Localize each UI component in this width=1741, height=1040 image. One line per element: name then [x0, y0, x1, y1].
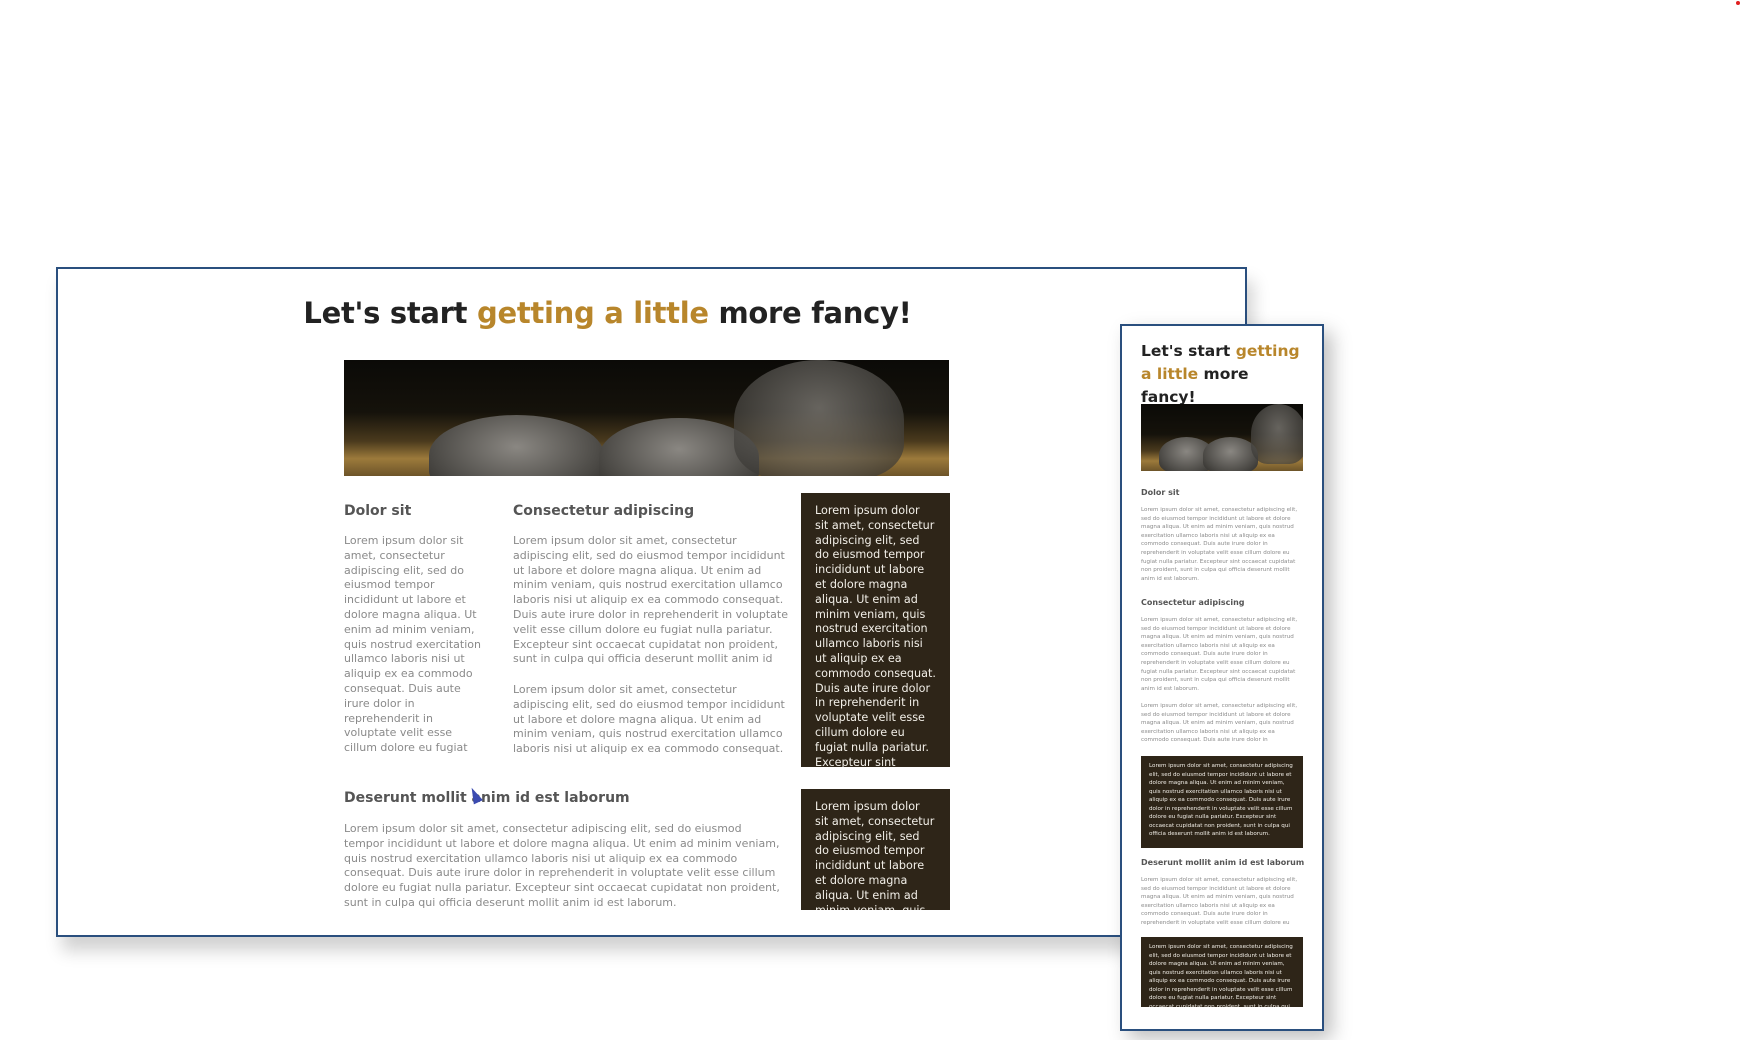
mobile-heading-dolor: Dolor sit — [1141, 488, 1180, 497]
dark-callout-1: Lorem ipsum dolor sit amet, consectetur … — [801, 493, 950, 767]
dolor-text: Lorem ipsum dolor sit amet, consectetur … — [344, 534, 481, 756]
title-text-end: more fancy! — [708, 296, 912, 330]
mobile-consectetur-text-1: Lorem ipsum dolor sit amet, consectetur … — [1141, 617, 1298, 692]
mobile-heading-consectetur: Consectetur adipiscing — [1141, 598, 1245, 607]
consectetur-text-1: Lorem ipsum dolor sit amet, consectetur … — [513, 534, 788, 668]
elephants-image — [344, 360, 949, 476]
heading-consectetur: Consectetur adipiscing — [513, 503, 695, 519]
mobile-preview: Let's start getting a little more fancy!… — [1120, 324, 1324, 1031]
deserunt-text: Lorem ipsum dolor sit amet, consectetur … — [344, 822, 780, 909]
mobile-dark-callout-2: Lorem ipsum dolor sit amet, consectetur … — [1141, 937, 1303, 1007]
mobile-deserunt-text: Lorem ipsum dolor sit amet, consectetur … — [1141, 877, 1298, 926]
mobile-dark-callout-1: Lorem ipsum dolor sit amet, consectetur … — [1141, 756, 1303, 848]
mobile-heading-deserunt: Deserunt mollit anim id est laborum — [1141, 858, 1305, 867]
mobile-consectetur-text-2: Lorem ipsum dolor sit amet, consectetur … — [1141, 703, 1298, 744]
mobile-elephants-image — [1141, 404, 1303, 471]
mobile-dolor-text: Lorem ipsum dolor sit amet, consectetur … — [1141, 507, 1298, 582]
page-title: Let's start getting a little more fancy! — [58, 296, 1245, 330]
red-indicator-dot — [1736, 1, 1740, 5]
title-text: Let's start — [303, 296, 478, 330]
mobile-title-text: Let's start — [1141, 342, 1236, 360]
dark-callout-2: Lorem ipsum dolor sit amet, consectetur … — [801, 789, 950, 910]
desktop-preview: Let's start getting a little more fancy!… — [56, 267, 1247, 937]
consectetur-text-2: Lorem ipsum dolor sit amet, consectetur … — [513, 683, 785, 757]
mobile-title-highlight-b: little — [1156, 365, 1199, 383]
heading-deserunt: Deserunt mollit anim id est laborum — [344, 790, 630, 806]
title-highlight: getting a little — [477, 296, 709, 330]
mobile-page-title: Let's start getting a little more fancy! — [1141, 340, 1301, 409]
heading-dolor-sit: Dolor sit — [344, 503, 412, 519]
